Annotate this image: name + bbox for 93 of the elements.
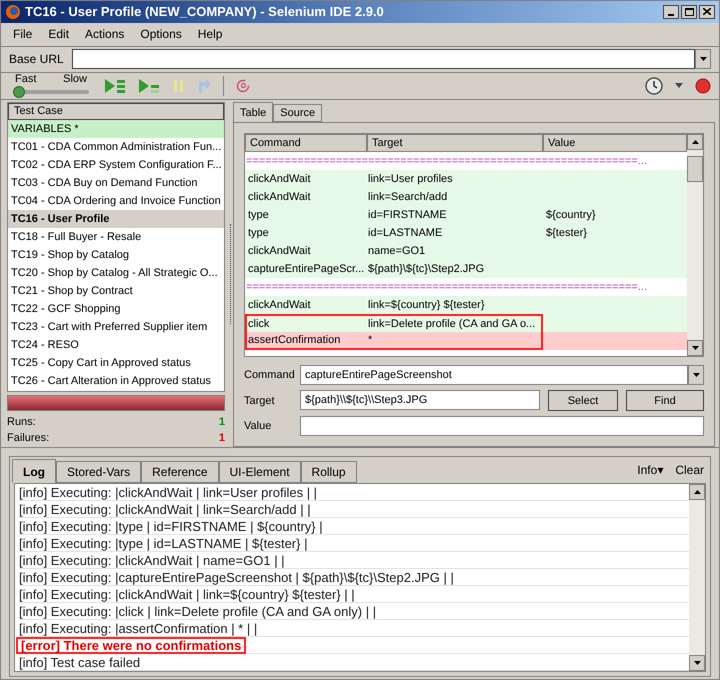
column-header[interactable]: Test Case [8, 103, 224, 120]
table-cell[interactable]: link=Search/add [368, 191, 448, 204]
maximize-icon [684, 8, 694, 16]
runs-count: 1 [218, 415, 225, 430]
caret-icon [692, 373, 700, 378]
scrollbar-thumb[interactable] [687, 156, 703, 182]
failures-count: 1 [218, 431, 225, 446]
tab[interactable]: UI-Element [218, 461, 301, 483]
menu-item[interactable]: File [13, 25, 32, 44]
scrollbar[interactable] [687, 134, 703, 356]
base-url-label: Base URL [9, 51, 64, 68]
log-line: [info] Executing: |clickAndWait | link=Search/add | | [19, 502, 311, 516]
slider-thumb[interactable] [13, 86, 25, 98]
table-cell[interactable]: type [248, 209, 269, 222]
menu-item[interactable]: Actions [85, 25, 124, 44]
tab[interactable]: Table [233, 102, 274, 122]
window-title: TC16 - User Profile (NEW_COMPANY) - Selenium IDE 2.9.0 [25, 3, 385, 22]
table-cell[interactable]: clickAndWait [248, 191, 311, 204]
separator-text: =============================================================... [245, 280, 648, 296]
command-label: Command [244, 368, 296, 384]
failures-label: Failures: [7, 431, 50, 446]
minimize-icon [668, 14, 674, 16]
clock-icon[interactable] [645, 76, 663, 95]
down-arrow-icon[interactable] [692, 346, 698, 350]
log-line: [info] Executing: |clickAndWait | name=GO1 | | [19, 554, 285, 566]
separator-text: =============================================================... [245, 154, 648, 170]
column-header[interactable]: Target [367, 134, 543, 152]
table-cell[interactable]: captureEntirePageScr... [248, 263, 364, 276]
log-line: [info] Test case failed [19, 656, 140, 668]
table-cell[interactable]: id=FIRSTNAME [368, 209, 447, 222]
table-cell[interactable]: assertConfirmation [248, 334, 340, 346]
log-line: [info] Executing: |clickAndWait | link=User profiles | | [19, 486, 318, 498]
close-button[interactable] [699, 4, 715, 19]
record-icon[interactable] [695, 78, 711, 94]
tab[interactable]: Source [273, 104, 322, 122]
caret-icon[interactable] [675, 83, 683, 88]
test-case-item[interactable]: TC16 - User Profile [8, 210, 224, 228]
table-cell[interactable]: clickAndWait [248, 173, 311, 186]
value-field[interactable] [300, 416, 704, 436]
caret-icon [700, 57, 706, 62]
maximize-button[interactable] [681, 4, 697, 19]
speed-slider[interactable] [13, 86, 89, 98]
table-cell[interactable]: link=${country} ${tester} [368, 299, 484, 312]
target-field[interactable]: ${path}\\${tc}\\Step3.JPG [300, 390, 540, 410]
table-cell[interactable]: type [248, 227, 269, 240]
select-button[interactable]: Select [548, 390, 618, 412]
log-line: [info] Executing: |clickAndWait | link=${country} ${tester} | | [19, 588, 355, 600]
table-cell[interactable]: clickAndWait [248, 299, 311, 312]
tab[interactable]: Log [12, 459, 56, 483]
test-case-item[interactable]: VARIABLES * [8, 120, 224, 138]
base-url-field[interactable] [72, 49, 695, 70]
column-header[interactable]: Value [543, 134, 687, 152]
spiral-icon[interactable] [236, 78, 250, 93]
menu-item[interactable]: Help [198, 25, 222, 44]
app-icon [5, 4, 21, 20]
table-cell[interactable]: clickAndWait [248, 245, 311, 258]
up-arrow-icon[interactable] [692, 140, 698, 144]
close-icon [703, 8, 711, 16]
tab[interactable]: Stored-Vars [56, 461, 142, 483]
log-line: [info] Executing: |type | id=LASTNAME | ${tester} | [19, 536, 308, 550]
table-cell[interactable]: id=LASTNAME [368, 227, 442, 240]
log-line: [info] Executing: |captureEntirePageScreenshot | ${path}\${tc}\Step2.JPG | | [19, 570, 454, 584]
find-button[interactable]: Find [626, 390, 704, 412]
table-cell[interactable]: * [368, 334, 372, 346]
dropdown-button[interactable] [695, 49, 711, 70]
runs-label: Runs: [7, 415, 36, 430]
log-line: [info] Executing: |assertConfirmation | * | | [19, 622, 258, 634]
log-line: [info] Executing: |click | link=Delete profile (CA and GA only) | | [19, 604, 376, 618]
menu-item[interactable]: Edit [48, 25, 70, 44]
value-label: Value [244, 419, 272, 434]
table-cell[interactable]: ${tester} [546, 225, 587, 242]
table-cell[interactable]: link=Delete profile (CA and GA o... [368, 318, 536, 330]
fast-label: Fast [15, 74, 36, 85]
clear-button[interactable]: Clear [675, 461, 704, 479]
tab[interactable]: Rollup [300, 461, 357, 483]
table-cell[interactable]: name=GO1 [368, 245, 426, 258]
down-arrow-icon[interactable] [694, 661, 700, 665]
table-cell[interactable]: link=User profiles [368, 173, 453, 186]
info-menu-button[interactable]: Info▾ [637, 461, 664, 479]
target-label: Target [244, 394, 276, 409]
scrollbar[interactable] [689, 484, 705, 671]
tab[interactable]: Reference [141, 461, 219, 483]
dropdown-button[interactable] [688, 365, 704, 386]
column-header[interactable]: Command [245, 134, 367, 152]
menu-item[interactable]: Options [140, 25, 182, 44]
table-cell[interactable]: ${path}\${tc}\Step2.JPG [368, 263, 484, 276]
table-cell[interactable]: ${country} [546, 207, 596, 224]
minimize-button[interactable] [663, 4, 679, 19]
table-cell[interactable]: click [248, 318, 270, 330]
up-arrow-icon[interactable] [694, 490, 700, 494]
slow-label: Slow [63, 74, 87, 85]
command-field[interactable]: captureEntirePageScreenshot [300, 365, 688, 386]
log-line: [info] Executing: |type | id=FIRSTNAME | ${country} | [19, 520, 323, 532]
